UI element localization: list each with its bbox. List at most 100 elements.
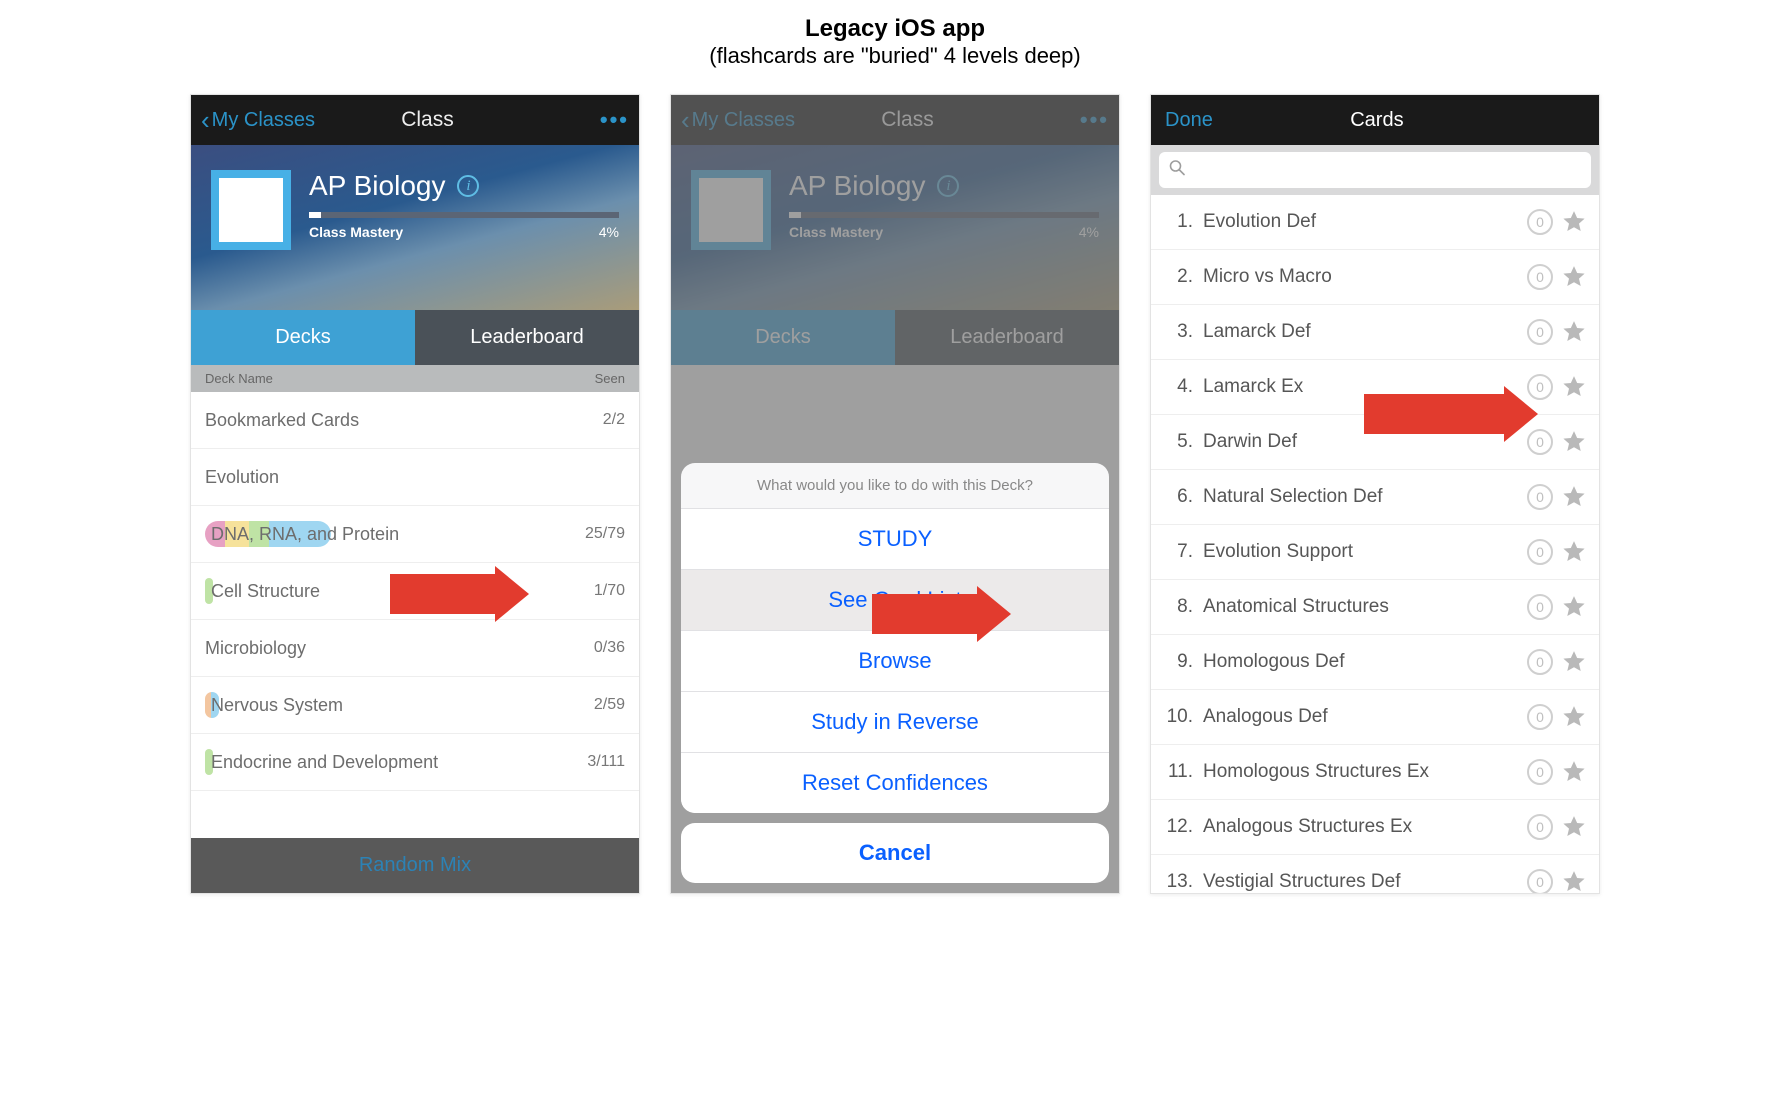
card-row[interactable]: 11.Homologous Structures Ex0 — [1151, 745, 1599, 800]
card-row[interactable]: 1. Evolution Def0 — [1151, 195, 1599, 250]
action-sheet: What would you like to do with this Deck… — [681, 463, 1109, 883]
card-number: 9. — [1159, 651, 1193, 673]
star-icon[interactable] — [1561, 374, 1587, 400]
deck-seen: 1/70 — [594, 582, 625, 600]
action-sheet-item[interactable]: STUDY — [681, 509, 1109, 570]
card-row[interactable]: 9.Homologous Def0 — [1151, 635, 1599, 690]
deck-seen: 25/79 — [585, 525, 625, 543]
deck-seen: 3/111 — [587, 753, 625, 771]
phone-screen-3: Done Cards 1.Evolution Def02.Micro vs Ma… — [1150, 94, 1600, 894]
confidence-badge: 0 — [1527, 484, 1553, 510]
tab-leaderboard[interactable]: Leaderboard — [415, 310, 639, 365]
deck-seen: 0/36 — [594, 639, 625, 657]
card-number: 10. — [1159, 706, 1193, 728]
action-sheet-cancel[interactable]: Cancel — [681, 823, 1109, 883]
star-icon[interactable] — [1561, 814, 1587, 840]
star-icon[interactable] — [1561, 484, 1587, 510]
caption-title: Legacy iOS app — [20, 15, 1770, 43]
deck-name: Endocrine and Development — [211, 752, 438, 773]
phone-screen-1: ‹ My Classes Class ••• — [190, 94, 640, 894]
card-title: Evolution Support — [1203, 541, 1527, 563]
card-row[interactable]: 10. Analogous Def0 — [1151, 690, 1599, 745]
card-number: 1. — [1159, 211, 1193, 233]
mastery-progress — [309, 212, 619, 218]
deck-name: Bookmarked Cards — [205, 410, 359, 431]
card-number: 5. — [1159, 431, 1193, 453]
card-title: Lamarck Def — [1203, 321, 1527, 343]
navbar-title: Cards — [1191, 109, 1563, 132]
card-row[interactable]: 6.Natural Selection Def0 — [1151, 470, 1599, 525]
confidence-badge: 0 — [1527, 814, 1553, 840]
card-title: Analogous Def — [1203, 706, 1527, 728]
card-title: Vestigial Structures Def — [1203, 871, 1527, 893]
star-icon[interactable] — [1561, 594, 1587, 620]
star-icon[interactable] — [1561, 209, 1587, 235]
star-icon[interactable] — [1561, 759, 1587, 785]
confidence-badge: 0 — [1527, 319, 1553, 345]
card-title: Evolution Def — [1203, 211, 1527, 233]
card-title: Darwin Def — [1203, 431, 1527, 453]
column-header: Deck Name Seen — [191, 365, 639, 392]
confidence-badge: 0 — [1527, 264, 1553, 290]
deck-row[interactable]: DNA, RNA, and Protein 25/79 — [191, 506, 639, 563]
star-icon[interactable] — [1561, 539, 1587, 565]
phone-screen-2: ‹ My Classes Class ••• — [670, 94, 1120, 894]
confidence-badge: 0 — [1527, 759, 1553, 785]
info-icon[interactable]: i — [457, 175, 479, 197]
navbar-title: Class — [285, 108, 570, 132]
card-row[interactable]: 2. Micro vs Macro0 — [1151, 250, 1599, 305]
confidence-badge: 0 — [1527, 649, 1553, 675]
tab-decks[interactable]: Decks — [191, 310, 415, 365]
card-row[interactable]: 12.Analogous Structures Ex0 — [1151, 800, 1599, 855]
search-input[interactable] — [1159, 152, 1591, 188]
confidence-badge: 0 — [1527, 869, 1553, 894]
card-number: 11. — [1159, 761, 1193, 783]
confidence-badge: 0 — [1527, 594, 1553, 620]
annotation-arrow-3 — [1364, 394, 1504, 434]
star-icon[interactable] — [1561, 704, 1587, 730]
star-icon[interactable] — [1561, 649, 1587, 675]
card-row[interactable]: 8.Anatomical Structures0 — [1151, 580, 1599, 635]
random-mix-button[interactable]: Random Mix — [191, 838, 639, 893]
card-number: 3. — [1159, 321, 1193, 343]
star-icon[interactable] — [1561, 869, 1587, 894]
confidence-badge: 0 — [1527, 539, 1553, 565]
caption-subtitle: (flashcards are "buried" 4 levels deep) — [20, 43, 1770, 69]
search-icon — [1169, 160, 1185, 181]
action-sheet-item[interactable]: Reset Confidences — [681, 753, 1109, 813]
deck-row[interactable]: Evolution — [191, 449, 639, 506]
action-sheet-item[interactable]: Browse — [681, 631, 1109, 692]
star-icon[interactable] — [1561, 319, 1587, 345]
card-title: Micro vs Macro — [1203, 266, 1527, 288]
card-row[interactable]: 7.Evolution Support0 — [1151, 525, 1599, 580]
action-sheet-prompt: What would you like to do with this Deck… — [681, 463, 1109, 509]
navbar: Done Cards — [1151, 95, 1599, 145]
deck-row[interactable]: Bookmarked Cards 2/2 — [191, 392, 639, 449]
annotation-arrow-2 — [872, 594, 977, 634]
deck-row[interactable]: Microbiology0/36 — [191, 620, 639, 677]
star-icon[interactable] — [1561, 264, 1587, 290]
card-row[interactable]: 3. Lamarck Def0 — [1151, 305, 1599, 360]
card-row[interactable]: 13.Vestigial Structures Def0 — [1151, 855, 1599, 894]
deck-name: Nervous System — [211, 695, 343, 716]
star-icon[interactable] — [1561, 429, 1587, 455]
more-button[interactable]: ••• — [600, 107, 629, 133]
confidence-badge: 0 — [1527, 704, 1553, 730]
class-name: AP Biology — [309, 170, 445, 202]
card-number: 2. — [1159, 266, 1193, 288]
deck-name: Evolution — [205, 467, 279, 488]
class-icon — [211, 170, 291, 250]
chevron-left-icon: ‹ — [201, 105, 210, 136]
confidence-badge: 0 — [1527, 209, 1553, 235]
dna-icon — [233, 184, 269, 236]
action-sheet-item[interactable]: Study in Reverse — [681, 692, 1109, 753]
deck-name: DNA, RNA, and Protein — [211, 524, 399, 545]
tabs: Decks Leaderboard — [191, 310, 639, 365]
card-number: 4. — [1159, 376, 1193, 398]
annotation-arrow-1 — [390, 574, 495, 614]
deck-seen: 2/59 — [594, 696, 625, 714]
deck-row[interactable]: Endocrine and Development 3/111 — [191, 734, 639, 791]
card-number: 8. — [1159, 596, 1193, 618]
deck-seen: 2/2 — [603, 411, 625, 429]
deck-row[interactable]: Nervous System 2/59 — [191, 677, 639, 734]
